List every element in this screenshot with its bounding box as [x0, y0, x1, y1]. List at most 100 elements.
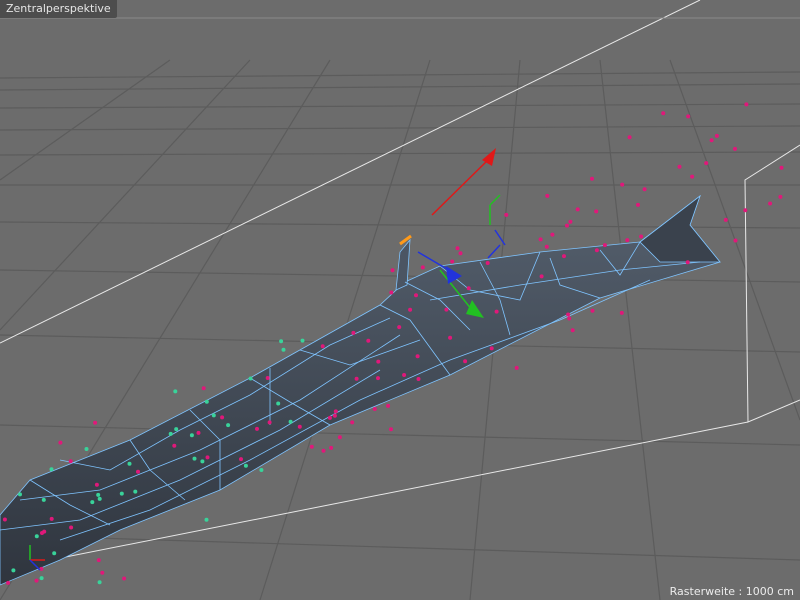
- particle: [173, 389, 178, 394]
- particle: [201, 386, 206, 391]
- particle: [297, 424, 302, 429]
- particle: [34, 578, 39, 583]
- particle: [333, 409, 338, 414]
- particle: [172, 443, 177, 448]
- particle: [639, 234, 644, 239]
- particle: [402, 373, 407, 377]
- particle: [463, 359, 468, 364]
- particle: [458, 251, 463, 256]
- particle: [39, 576, 44, 581]
- particle: [627, 135, 632, 140]
- particle: [332, 413, 337, 418]
- viewport-scene[interactable]: [0, 0, 800, 600]
- particle: [568, 219, 573, 224]
- particle: [68, 459, 73, 464]
- particle: [642, 187, 647, 192]
- particle: [200, 459, 205, 464]
- particle: [661, 111, 666, 116]
- particle: [390, 268, 395, 273]
- missile-mesh[interactable]: [0, 194, 721, 586]
- particle: [386, 403, 391, 408]
- particle: [620, 182, 625, 187]
- particle: [196, 430, 201, 435]
- particle: [94, 482, 99, 487]
- particle: [685, 260, 690, 265]
- particle: [733, 146, 737, 151]
- particle: [58, 440, 63, 445]
- particle: [538, 237, 543, 242]
- particle: [93, 420, 98, 425]
- particle: [350, 420, 355, 425]
- particle: [594, 248, 599, 253]
- particle: [96, 558, 101, 563]
- particle: [562, 254, 566, 259]
- particle: [11, 568, 16, 573]
- particle: [6, 580, 11, 585]
- particle: [733, 238, 738, 243]
- particle: [376, 376, 380, 381]
- particle: [40, 531, 44, 535]
- particle: [39, 566, 44, 571]
- particle: [119, 491, 124, 496]
- particle: [389, 427, 393, 432]
- 3d-viewport[interactable]: Zentralperspektive Rasterweite : 1000 cm: [0, 0, 800, 600]
- particle: [768, 201, 773, 206]
- particle: [389, 290, 394, 295]
- particle: [690, 174, 695, 179]
- particle: [372, 407, 377, 411]
- particle: [743, 208, 748, 213]
- particle: [565, 223, 569, 228]
- particle: [636, 202, 640, 207]
- particle: [550, 232, 555, 237]
- particle: [414, 293, 418, 298]
- particle: [52, 551, 57, 556]
- particle: [281, 347, 286, 352]
- particle: [239, 457, 243, 462]
- particle: [127, 461, 132, 466]
- particle: [327, 415, 332, 420]
- particle: [504, 212, 509, 217]
- particle: [2, 517, 7, 522]
- particle: [539, 274, 544, 279]
- particle: [416, 377, 421, 381]
- particle: [619, 310, 624, 315]
- particle: [265, 376, 270, 380]
- particle: [366, 338, 371, 343]
- particle: [122, 576, 127, 581]
- particle: [34, 534, 39, 539]
- particle: [455, 246, 460, 251]
- particle: [90, 500, 95, 505]
- particle: [625, 238, 630, 243]
- particle: [259, 468, 264, 472]
- particle: [97, 496, 102, 501]
- particle: [18, 492, 22, 497]
- particle: [329, 445, 334, 450]
- particle: [243, 463, 248, 468]
- particle: [276, 401, 281, 406]
- particle: [337, 435, 342, 440]
- particle: [514, 365, 519, 370]
- particle: [744, 102, 749, 107]
- particle: [211, 413, 216, 418]
- particle: [204, 399, 209, 404]
- particle: [485, 261, 490, 265]
- viewport-title[interactable]: Zentralperspektive: [0, 0, 117, 18]
- particle: [351, 330, 356, 335]
- particle: [466, 286, 471, 291]
- particle: [677, 164, 682, 169]
- particle: [100, 570, 105, 575]
- particle: [288, 419, 293, 424]
- particle: [590, 176, 594, 181]
- particle: [309, 444, 314, 449]
- particle: [714, 133, 719, 138]
- particle: [320, 344, 325, 349]
- particle: [136, 469, 140, 474]
- particle: [602, 243, 607, 248]
- particle: [494, 309, 499, 314]
- particle: [408, 307, 413, 312]
- particle: [566, 312, 571, 317]
- particle: [704, 161, 709, 166]
- particle: [686, 114, 691, 119]
- particle: [267, 420, 272, 425]
- particle: [321, 448, 326, 453]
